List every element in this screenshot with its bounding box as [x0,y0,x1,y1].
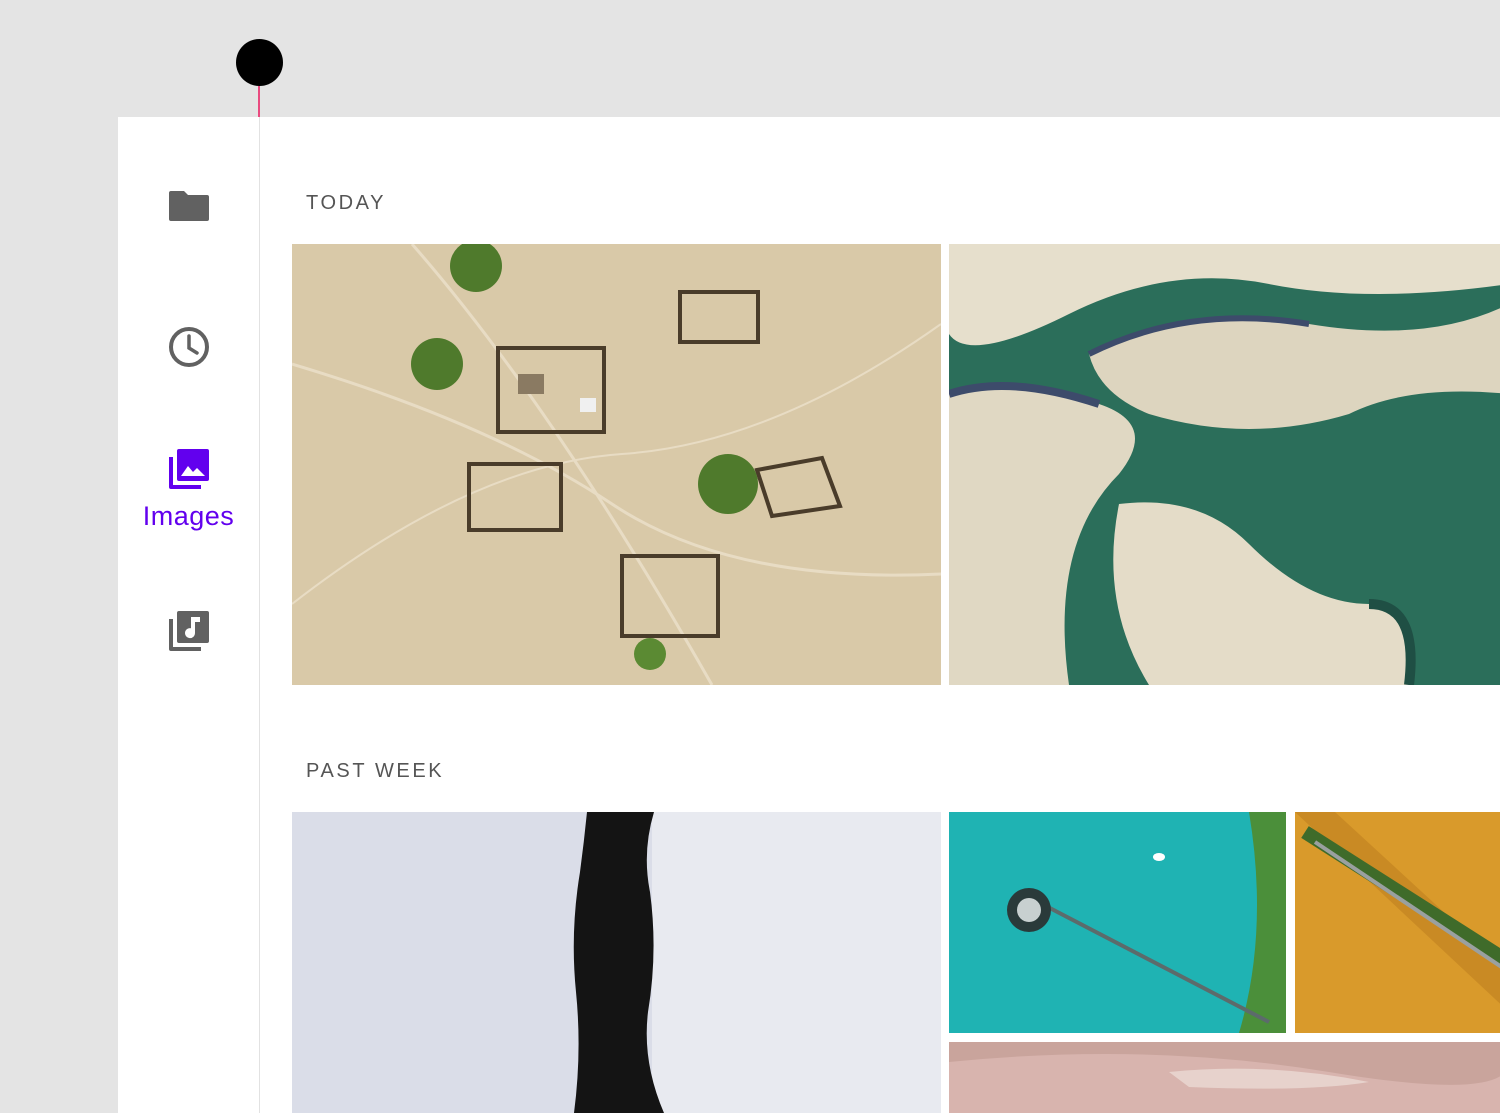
image-gallery-icon [168,449,209,489]
photo-snow-ridge[interactable] [292,812,941,1113]
app-surface: Images TODAY PAST WEEK [118,117,1500,1113]
folder-icon [168,191,209,221]
photo-dunes-lagoon[interactable] [949,244,1500,685]
nav-item-audio[interactable] [118,609,259,653]
screen: Images TODAY PAST WEEK [0,0,1500,1113]
navigation-rail: Images [118,117,260,1113]
callout-marker [236,39,283,86]
nav-label-images: Images [142,501,235,531]
photo-lake-pier[interactable] [949,812,1286,1033]
callout-line [258,86,260,117]
clock-icon [168,327,209,367]
gallery-content: TODAY PAST WEEK [260,117,1500,1113]
section-heading-past-week: PAST WEEK [306,760,445,782]
nav-item-files[interactable] [118,185,259,225]
section-heading-today: TODAY [306,192,387,214]
nav-item-images[interactable]: Images [118,447,259,532]
photo-pink-salt-flats[interactable] [949,1042,1500,1113]
photo-village-aerial[interactable] [292,244,941,685]
photo-golden-field[interactable] [1295,812,1500,1033]
nav-item-recent[interactable] [118,325,259,369]
music-library-icon [168,611,209,651]
